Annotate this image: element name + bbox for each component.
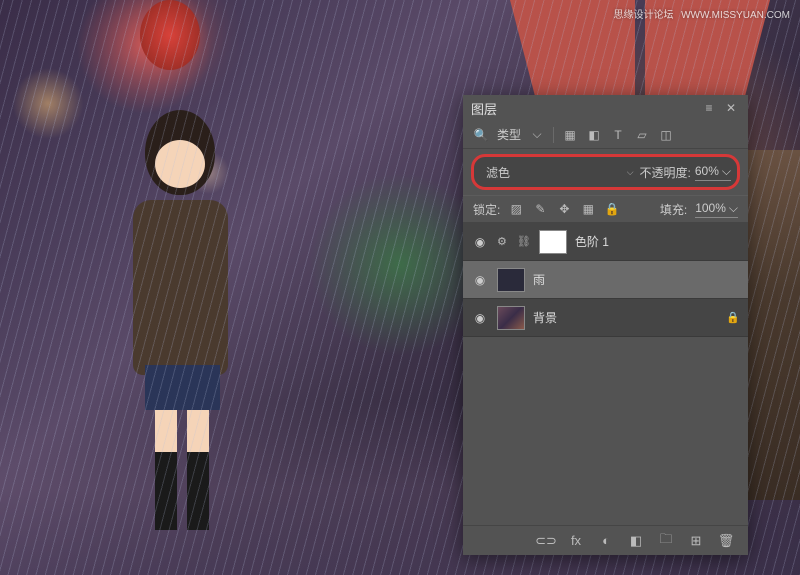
chevron-down-icon[interactable]: ⌵	[529, 127, 545, 143]
visibility-toggle-icon[interactable]: ◉	[471, 233, 489, 251]
layers-panel: 图层 ≡ ✕ 🔍 类型 ⌵ ▦ ◧ T ▱ ◫ 滤色 ⌵ 不透明度: 60% ⌵…	[463, 95, 748, 555]
delete-layer-icon[interactable]: 🗑	[718, 533, 734, 549]
link-icon: ⛓	[517, 235, 531, 248]
lock-brush-icon[interactable]: ✎	[532, 201, 548, 217]
opacity-control[interactable]: 不透明度: 60% ⌵	[640, 164, 731, 181]
filter-image-icon[interactable]: ▦	[562, 127, 578, 143]
chevron-down-icon: ⌵	[627, 167, 634, 178]
panel-footer: ⊂⊃ fx ◐ ◧ 🗀 ⊞ 🗑	[463, 525, 748, 555]
lock-all-icon[interactable]: 🔒	[604, 201, 620, 217]
lock-position-icon[interactable]: ✥	[556, 201, 572, 217]
link-layers-icon[interactable]: ⊂⊃	[538, 533, 554, 549]
layer-name[interactable]: 雨	[533, 271, 740, 288]
watermark-url: WWW.MISSYUAN.COM	[681, 10, 790, 21]
layer-name[interactable]: 背景	[533, 309, 718, 326]
filter-shape-icon[interactable]: ▱	[634, 127, 650, 143]
opacity-label: 不透明度:	[640, 164, 691, 181]
adjustment-icon: ⚙	[497, 235, 507, 248]
lock-fill-row: 锁定: ▨ ✎ ✥ ▦ 🔒 填充: 100% ⌵	[463, 195, 748, 223]
panel-title: 图层	[471, 99, 696, 118]
lock-transparency-icon[interactable]: ▨	[508, 201, 524, 217]
filter-text-icon[interactable]: T	[610, 127, 626, 143]
fill-label: 填充:	[660, 201, 687, 218]
layer-name[interactable]: 色阶 1	[575, 233, 740, 250]
layer-thumbnail[interactable]	[497, 268, 525, 292]
layers-list: ◉ ⚙ ⛓ 色阶 1 ◉ 雨 ◉ 背景 🔒	[463, 223, 748, 337]
visibility-toggle-icon[interactable]: ◉	[471, 309, 489, 327]
visibility-toggle-icon[interactable]: ◉	[471, 271, 489, 289]
opacity-value: 60%	[695, 164, 719, 178]
new-layer-icon[interactable]: ⊞	[688, 533, 704, 549]
blend-mode-value: 滤色	[486, 164, 510, 181]
lantern-decoration	[140, 0, 200, 70]
blend-opacity-highlight: 滤色 ⌵ 不透明度: 60% ⌵	[471, 154, 740, 190]
lock-label: 锁定:	[473, 201, 500, 218]
layer-row-background[interactable]: ◉ 背景 🔒	[463, 299, 748, 337]
panel-header: 图层 ≡ ✕	[463, 95, 748, 121]
filter-smart-icon[interactable]: ◫	[658, 127, 674, 143]
filter-adjust-icon[interactable]: ◧	[586, 127, 602, 143]
layer-thumbnail[interactable]	[539, 230, 567, 254]
layer-thumbnail[interactable]	[497, 306, 525, 330]
blend-mode-dropdown[interactable]: 滤色 ⌵	[480, 160, 640, 184]
layer-row-rain[interactable]: ◉ 雨	[463, 261, 748, 299]
chevron-down-icon: ⌵	[729, 201, 738, 216]
layer-row-levels[interactable]: ◉ ⚙ ⛓ 色阶 1	[463, 223, 748, 261]
lock-icon: 🔒	[726, 311, 740, 324]
fx-icon[interactable]: fx	[568, 533, 584, 549]
watermark-text: 思缘设计论坛	[613, 10, 673, 21]
search-icon[interactable]: 🔍	[473, 127, 489, 143]
mask-icon[interactable]: ◐	[598, 533, 614, 549]
fill-control[interactable]: 100% ⌵	[695, 201, 738, 218]
chevron-down-icon: ⌵	[722, 164, 731, 179]
layer-filter-row: 🔍 类型 ⌵ ▦ ◧ T ▱ ◫	[463, 121, 748, 149]
panel-close-icon[interactable]: ✕	[722, 99, 740, 117]
fill-value: 100%	[695, 201, 726, 215]
panel-menu-icon[interactable]: ≡	[700, 99, 718, 117]
group-icon[interactable]: 🗀	[658, 533, 674, 549]
adjustment-layer-icon[interactable]: ◧	[628, 533, 644, 549]
lock-artboard-icon[interactable]: ▦	[580, 201, 596, 217]
watermark: 思缘设计论坛 WWW.MISSYUAN.COM	[609, 6, 790, 21]
filter-type-label[interactable]: 类型	[497, 126, 521, 143]
character-figure	[115, 110, 255, 530]
